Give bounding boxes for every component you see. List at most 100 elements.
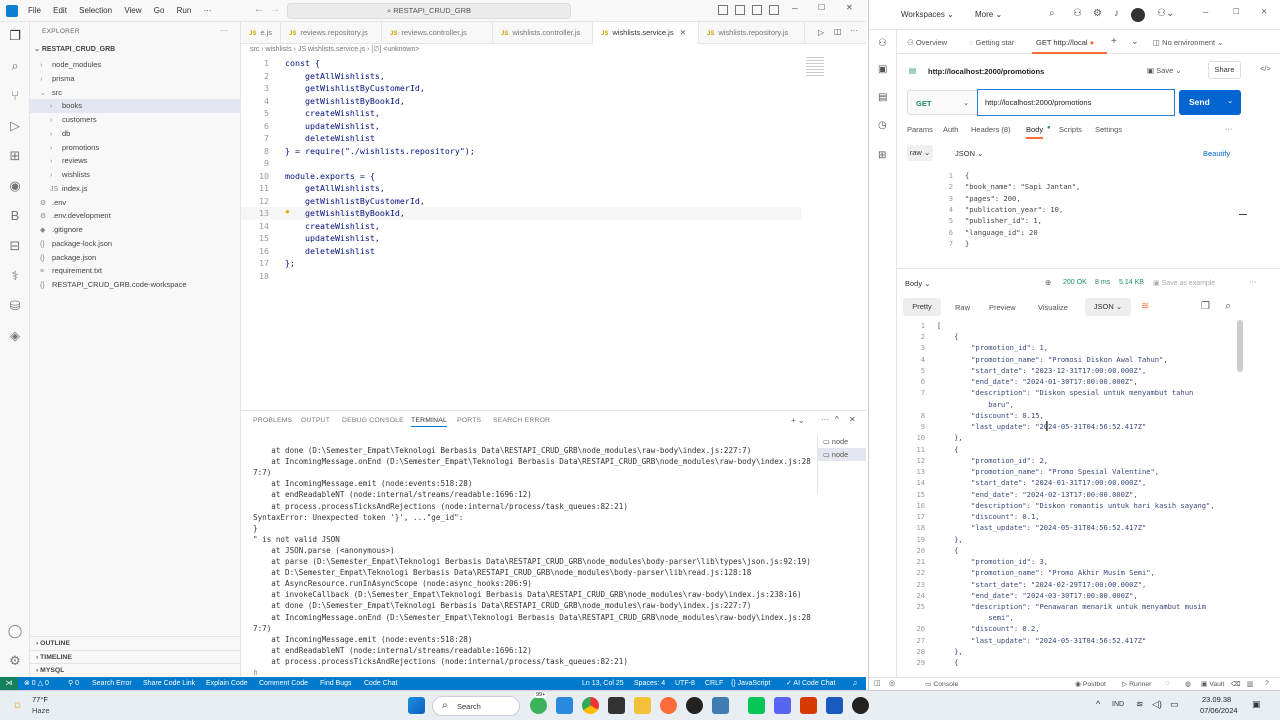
- minimize-icon[interactable]: ─: [792, 4, 798, 13]
- layers-icon[interactable]: ◈: [7, 328, 23, 344]
- help-icon[interactable]: ?: [1265, 680, 1269, 687]
- notification-icon[interactable]: ♪: [1114, 8, 1119, 19]
- collections-icon[interactable]: ⚇: [878, 38, 887, 49]
- panel-tab[interactable]: TERMINAL: [411, 417, 447, 427]
- maximize-panel-icon[interactable]: ^: [835, 415, 839, 424]
- close-panel-icon[interactable]: ✕: [849, 415, 856, 424]
- request-tab[interactable]: Settings: [1095, 125, 1122, 134]
- layout-icon[interactable]: ▥: [1247, 680, 1253, 688]
- tree-item[interactable]: › wishlists: [30, 168, 241, 182]
- request-body-editor[interactable]: 1{2 "book_name": "Sapi Jantan", 3 "pages": …: [897, 170, 1267, 256]
- tree-item[interactable]: {} package.json: [30, 251, 241, 265]
- breadcrumb[interactable]: src › wishlists › JS wishlists.service.j…: [241, 44, 866, 56]
- environments-icon[interactable]: ▤: [878, 92, 887, 103]
- resp-tab-preview[interactable]: Preview: [989, 303, 1016, 312]
- terminal-instance[interactable]: ▭ node: [818, 435, 866, 448]
- notification-center-icon[interactable]: ▣: [1252, 699, 1261, 710]
- url-input[interactable]: http://localhost:2000/promotions: [977, 89, 1175, 116]
- editor-tab[interactable]: JS e.js: [241, 22, 281, 44]
- tab-list-icon[interactable]: ⌄: [1131, 36, 1139, 47]
- ports-count[interactable]: ⚲ 0: [68, 677, 79, 690]
- chat-icon[interactable]: [530, 697, 547, 714]
- vscode-taskbar-icon[interactable]: [556, 697, 573, 714]
- explorer-more-icon[interactable]: ···: [220, 26, 228, 35]
- mysql-section[interactable]: › MYSQL: [30, 663, 241, 677]
- request-tab[interactable]: Auth: [943, 125, 958, 134]
- apps-icon[interactable]: ⊞: [878, 150, 886, 161]
- wifi-icon[interactable]: ≋: [1136, 699, 1144, 710]
- response-size[interactable]: 5.14 KB: [1119, 279, 1144, 286]
- editor-tab[interactable]: JS wishlists.service.js ✕: [593, 22, 699, 44]
- encoding[interactable]: UTF-8: [675, 677, 695, 690]
- status-share-code[interactable]: Share Code Link: [143, 677, 195, 690]
- nav-back-icon[interactable]: ←: [254, 4, 264, 15]
- tree-item[interactable]: {} RESTAPI_CRUD_GRB.code-workspace: [30, 278, 241, 292]
- line-icon[interactable]: [748, 697, 765, 714]
- tree-item[interactable]: ⌄ src: [30, 86, 241, 100]
- tree-item[interactable]: › node_modules: [30, 58, 241, 72]
- cookies-icon[interactable]: ◍: [1185, 680, 1191, 688]
- folder-icon[interactable]: ▣: [878, 64, 887, 75]
- editor-tab[interactable]: JS reviews.repository.js: [281, 22, 382, 44]
- resp-lang-select[interactable]: JSON ⌄: [1085, 298, 1131, 316]
- weather-temp[interactable]: 77°F: [32, 695, 48, 704]
- mysql-icon[interactable]: [712, 697, 729, 714]
- sidebar-toggle-icon[interactable]: ◫: [874, 679, 881, 687]
- panel-tab[interactable]: PORTS: [457, 417, 481, 424]
- resp-tab-pretty[interactable]: Pretty: [903, 298, 941, 316]
- response-scrollbar[interactable]: [1237, 320, 1243, 372]
- discord-icon[interactable]: [774, 697, 791, 714]
- console-button[interactable]: ▭ Console: [925, 680, 958, 688]
- save-example-button[interactable]: ▣ Save as example: [1153, 279, 1215, 287]
- add-user-icon[interactable]: ⚇⌄: [1157, 8, 1174, 19]
- clock-date[interactable]: 07/06/2024: [1200, 706, 1238, 715]
- request-tab[interactable]: Params: [907, 125, 933, 134]
- tree-item[interactable]: › customers: [30, 113, 241, 127]
- status-comment-code[interactable]: Comment Code: [259, 677, 308, 690]
- menu-run[interactable]: Run: [177, 0, 192, 22]
- nav-forward-icon[interactable]: →: [270, 4, 280, 15]
- remote-icon[interactable]: ◉: [7, 178, 23, 194]
- panel-tab[interactable]: SEARCH ERROR: [493, 417, 550, 424]
- beautify-link[interactable]: Beautify: [1203, 149, 1230, 158]
- tree-item[interactable]: › promotions: [30, 141, 241, 155]
- request-title[interactable]: http://localhost:2000/promotions: [928, 67, 1044, 76]
- more-icon[interactable]: ···: [850, 26, 858, 35]
- more-icon[interactable]: ···: [1225, 124, 1233, 133]
- search-icon[interactable]: ⌕: [7, 58, 23, 74]
- menu-file[interactable]: File: [28, 0, 41, 22]
- panel-more-icon[interactable]: ···: [821, 415, 829, 424]
- explorer-icon[interactable]: ❐: [7, 28, 23, 44]
- status-code[interactable]: 200 OK: [1063, 279, 1087, 286]
- office-icon[interactable]: [800, 697, 817, 714]
- status-explain-code[interactable]: Explain Code: [206, 677, 248, 690]
- volume-icon[interactable]: ◁): [1152, 699, 1162, 710]
- timeline-section[interactable]: › TIMELINE: [30, 649, 241, 664]
- taskbar-search[interactable]: ⌕ Search: [432, 696, 520, 716]
- resp-tab-visualize[interactable]: Visualize: [1038, 303, 1068, 312]
- add-terminal-icon[interactable]: + ⌄: [791, 416, 805, 425]
- more-menu[interactable]: More ⌄: [975, 10, 1002, 19]
- tree-item[interactable]: › prisma: [30, 72, 241, 86]
- maximize-icon[interactable]: ☐: [818, 3, 825, 12]
- layout-icon[interactable]: [718, 5, 728, 15]
- command-center-search[interactable]: ⌕ RESTAPI_CRUD_GRB: [287, 3, 571, 19]
- request-tab[interactable]: Body: [1026, 125, 1044, 139]
- maximize-icon[interactable]: ☐: [1233, 7, 1240, 16]
- terminal-instance[interactable]: ▭ node: [818, 448, 866, 461]
- eol[interactable]: CRLF: [705, 677, 723, 690]
- tree-item[interactable]: {} package-lock.json: [30, 237, 241, 251]
- tree-icon[interactable]: ⊟: [7, 238, 23, 254]
- minimize-icon[interactable]: ─: [1203, 8, 1208, 17]
- editor-tab[interactable]: JS wishlists.controller.js: [493, 22, 593, 44]
- account-icon[interactable]: ◯: [7, 623, 23, 639]
- ai-code-chat[interactable]: ✓ AI Code Chat: [786, 677, 835, 690]
- tree-item[interactable]: › reviews: [30, 154, 241, 168]
- filter-icon[interactable]: ≋: [1141, 301, 1149, 312]
- share-button[interactable]: Share: [1208, 61, 1241, 79]
- settings-icon[interactable]: ⚙: [1093, 8, 1102, 19]
- copy-icon[interactable]: ❐: [1201, 301, 1210, 312]
- split-icon[interactable]: ◫: [834, 27, 842, 36]
- more-icon[interactable]: ···: [1249, 277, 1257, 286]
- tree-item[interactable]: › books: [30, 99, 241, 113]
